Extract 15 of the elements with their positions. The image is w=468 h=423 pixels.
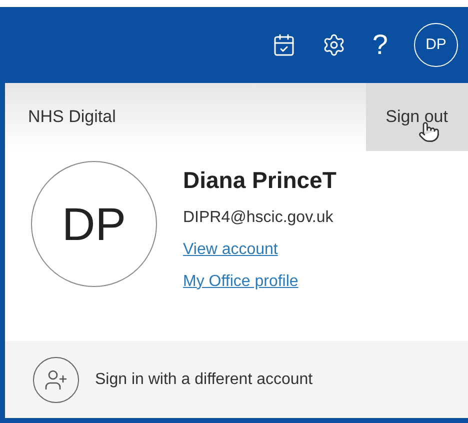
- switch-account-label: Sign in with a different account: [95, 370, 313, 390]
- hand-cursor-icon: [418, 121, 440, 143]
- sign-out-button[interactable]: Sign out: [366, 83, 468, 151]
- account-name: Diana PrinceT: [183, 166, 336, 195]
- account-link[interactable]: My Office profile: [183, 270, 336, 294]
- profile-avatar: DP: [31, 161, 157, 287]
- account-link[interactable]: View account: [183, 238, 336, 262]
- account-email: DIPR4@hscic.gov.uk: [183, 208, 334, 228]
- help-button[interactable]: ?: [372, 24, 388, 66]
- calendar-check-icon[interactable]: [272, 33, 296, 57]
- avatar-button[interactable]: DP: [414, 23, 458, 67]
- settings-icon[interactable]: [322, 33, 346, 57]
- add-user-icon: [33, 356, 79, 402]
- switch-account-row[interactable]: Sign in with a different account: [5, 341, 468, 418]
- org-name: NHS Digital: [27, 106, 116, 128]
